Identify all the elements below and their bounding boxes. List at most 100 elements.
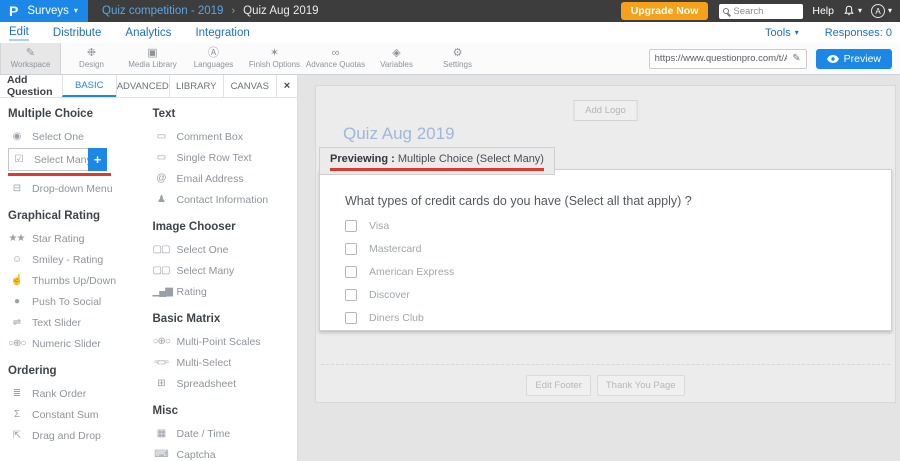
avatar: A: [871, 4, 885, 18]
tab-library[interactable]: LIBRARY: [169, 75, 223, 97]
breadcrumb-current: Quiz Aug 2019: [243, 5, 318, 17]
answer-options: Visa Mastercard American Express Discove…: [345, 214, 454, 329]
bell-icon: [843, 5, 855, 17]
edit-footer-button[interactable]: Edit Footer: [526, 375, 590, 396]
option-row-mastercard[interactable]: Mastercard: [345, 237, 454, 260]
qtype-email-address[interactable]: @ Email Address: [153, 168, 298, 189]
toolbar-variables[interactable]: ◈ Variables: [366, 43, 427, 74]
brand-area: P Surveys ▾: [0, 0, 88, 22]
toolbar-design[interactable]: ❉ Design: [61, 43, 122, 74]
tab-canvas[interactable]: CANVAS: [223, 75, 277, 97]
tab-advanced[interactable]: ADVANCED: [116, 75, 170, 97]
numeric-slider-icon: ○⊕○: [8, 339, 25, 349]
qtype-date-time[interactable]: ▦ Date / Time: [153, 423, 298, 444]
survey-url-field[interactable]: https://www.questionpro.com/t/APNrFZ ✎: [649, 49, 807, 69]
edit-url-pencil-icon[interactable]: ✎: [792, 53, 800, 64]
at-sign-icon: @: [153, 174, 170, 184]
question-col-1: Multiple Choice ◉ Select One ☑ Select Ma…: [8, 103, 153, 461]
grid-icon: ⊞: [153, 379, 170, 389]
scale-points-icon: ○⊕○: [153, 337, 170, 347]
checkbox-icon[interactable]: [345, 312, 357, 324]
questionpro-logo: P: [9, 4, 18, 18]
responses-count[interactable]: Responses: 0: [825, 27, 892, 39]
toolbar-finish-options[interactable]: ✶ Finish Options: [244, 43, 305, 74]
notifications-menu[interactable]: ▾: [843, 5, 862, 17]
section-text: Text ▭ Comment Box ▭ Single Row Text @ E…: [153, 107, 298, 210]
search-icon: [723, 8, 729, 14]
upgrade-now-button[interactable]: Upgrade Now: [621, 2, 709, 20]
qtype-image-select-one[interactable]: ▢▢ Select One: [153, 239, 298, 260]
chevron-down-icon: ▾: [74, 7, 78, 15]
footer-divider: [321, 364, 890, 365]
footer-actions: Edit Footer Thank You Page: [316, 375, 895, 396]
ranked-list-icon: ≣: [8, 389, 25, 399]
qtype-constant-sum[interactable]: Σ Constant Sum: [8, 404, 153, 425]
checkbox-icon[interactable]: [345, 243, 357, 255]
qtype-text-slider[interactable]: ⇌ Text Slider: [8, 312, 153, 333]
tools-menu[interactable]: Tools ▾: [765, 27, 799, 39]
qtype-multi-point-scales[interactable]: ○⊕○ Multi-Point Scales: [153, 331, 298, 352]
checkbox-icon[interactable]: [345, 266, 357, 278]
qtype-numeric-slider[interactable]: ○⊕○ Numeric Slider: [8, 333, 153, 354]
nav-tab-distribute[interactable]: Distribute: [53, 25, 102, 40]
main-nav: Edit Distribute Analytics Integration To…: [0, 22, 900, 43]
qtype-drag-and-drop[interactable]: ⇱ Drag and Drop: [8, 425, 153, 446]
magic-wand-icon: ✶: [270, 48, 279, 59]
qtype-comment-box[interactable]: ▭ Comment Box: [153, 126, 298, 147]
thank-you-page-button[interactable]: Thank You Page: [597, 375, 685, 396]
previewing-question-type: Multiple Choice (Select Many): [398, 153, 544, 165]
chain-links-icon: ∞: [332, 48, 340, 59]
add-logo-button[interactable]: Add Logo: [573, 100, 638, 121]
option-row-visa[interactable]: Visa: [345, 214, 454, 237]
qtype-select-one[interactable]: ◉ Select One: [8, 126, 153, 147]
qtype-star-rating[interactable]: ★★ Star Rating: [8, 228, 153, 249]
survey-title[interactable]: Quiz Aug 2019: [343, 124, 455, 144]
toolbar-advance-quotas[interactable]: ∞ Advance Quotas: [305, 43, 366, 74]
qtype-single-row-text[interactable]: ▭ Single Row Text: [153, 147, 298, 168]
qtype-rank-order[interactable]: ≣ Rank Order: [8, 383, 153, 404]
breadcrumb-parent-link[interactable]: Quiz competition - 2019: [102, 5, 223, 17]
option-row-diners-club[interactable]: Diners Club: [345, 306, 454, 329]
qtype-image-select-many[interactable]: ▢▢ Select Many: [153, 260, 298, 281]
languages-icon: Ⓐ: [208, 48, 219, 59]
checkbox-icon[interactable]: [345, 220, 357, 232]
toolbar-settings[interactable]: ⚙ Settings: [427, 43, 488, 74]
qtype-dropdown-menu[interactable]: ⊟ Drop-down Menu: [8, 178, 153, 199]
preview-button[interactable]: Preview: [816, 49, 892, 69]
qtype-smiley-rating[interactable]: ☺ Smiley - Rating: [8, 249, 153, 270]
smiley-icon: ☺: [8, 255, 25, 265]
tab-basic[interactable]: BASIC: [62, 75, 116, 97]
nav-tab-analytics[interactable]: Analytics: [125, 25, 171, 40]
qtype-thumbs-up-down[interactable]: ☝ Thumbs Up/Down: [8, 270, 153, 291]
toolbar-media-library[interactable]: ▣ Media Library: [122, 43, 183, 74]
qtype-spreadsheet[interactable]: ⊞ Spreadsheet: [153, 373, 298, 394]
person-icon: ♟: [153, 195, 170, 205]
search-box[interactable]: [719, 4, 803, 19]
share-circle-icon: ●: [8, 297, 25, 307]
media-image-icon: ▣: [147, 48, 157, 59]
section-ordering: Ordering ≣ Rank Order Σ Constant Sum ⇱ D…: [8, 364, 153, 446]
comment-box-icon: ▭: [153, 132, 170, 142]
nav-tab-edit[interactable]: Edit: [9, 24, 29, 41]
toolbar-workspace[interactable]: ✎ Workspace: [0, 43, 61, 74]
option-row-american-express[interactable]: American Express: [345, 260, 454, 283]
search-input[interactable]: [733, 6, 799, 17]
gear-icon: ⚙: [453, 48, 463, 59]
option-row-discover[interactable]: Discover: [345, 283, 454, 306]
qtype-multi-select[interactable]: ▫▭▫ Multi-Select: [153, 352, 298, 373]
qtype-image-rating[interactable]: ▁▄▆ Rating: [153, 281, 298, 302]
surveys-menu[interactable]: Surveys ▾: [27, 5, 78, 17]
checkbox-icon[interactable]: [345, 289, 357, 301]
account-menu[interactable]: A ▾: [871, 4, 892, 18]
qtype-select-many-selected[interactable]: ☑ Select Many +: [8, 148, 107, 171]
add-question-plus-button[interactable]: +: [88, 148, 107, 171]
qtype-contact-information[interactable]: ♟ Contact Information: [153, 189, 298, 210]
chevron-down-icon: ▾: [858, 7, 862, 15]
qtype-captcha[interactable]: ⌨ Captcha: [153, 444, 298, 461]
qtype-push-to-social[interactable]: ● Push To Social: [8, 291, 153, 312]
nav-tab-integration[interactable]: Integration: [195, 25, 249, 40]
help-link[interactable]: Help: [812, 5, 834, 17]
close-icon[interactable]: ×: [276, 75, 297, 97]
toolbar-languages[interactable]: Ⓐ Languages: [183, 43, 244, 74]
previewing-label: Previewing :: [330, 153, 395, 165]
